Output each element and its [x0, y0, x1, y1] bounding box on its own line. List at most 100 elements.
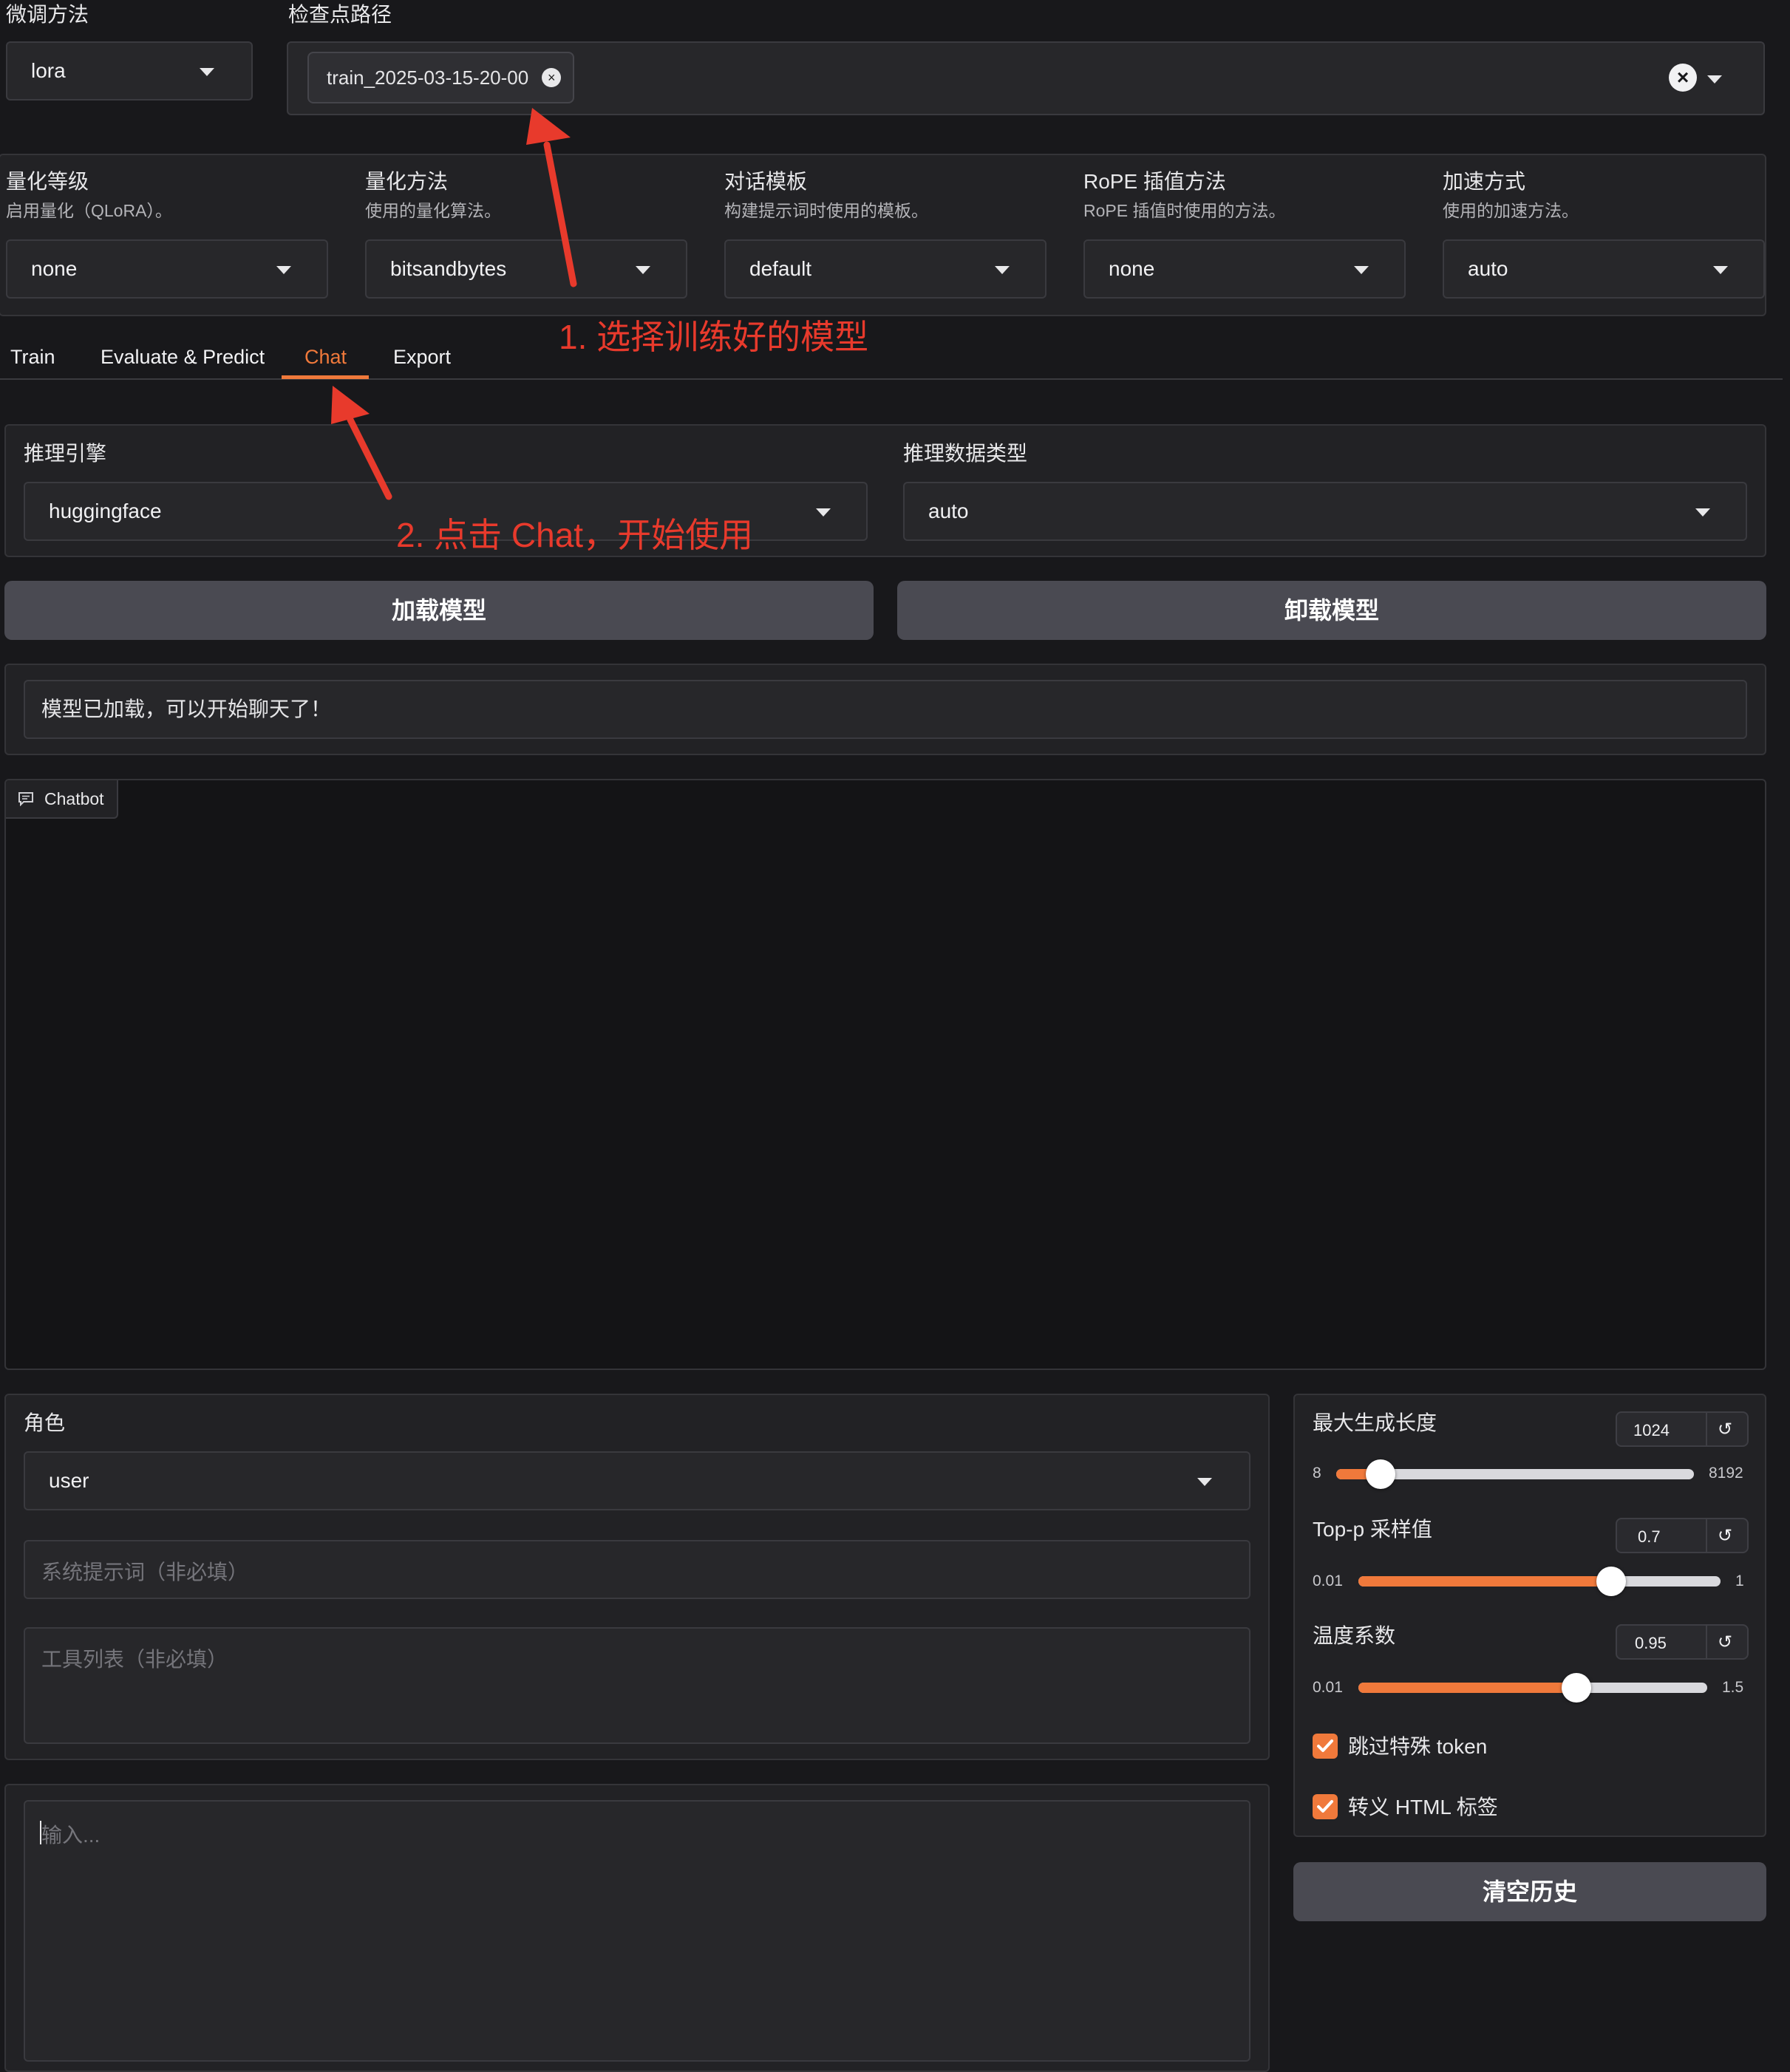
chevron-down-icon [276, 266, 291, 274]
annotation-step2: 2. 点击 Chat，开始使用 [396, 516, 754, 554]
chat-template-dropdown[interactable]: default [724, 239, 1047, 299]
chevron-down-icon [995, 266, 1010, 274]
chevron-down-icon [200, 68, 214, 76]
tab-chat[interactable]: Chat [304, 338, 347, 375]
option-quantization-bit: 量化等级 启用量化（QLoRA）。 [6, 168, 172, 222]
chatbot-label: Chatbot [44, 789, 104, 808]
checkbox-box[interactable] [1313, 1794, 1338, 1819]
message-input[interactable]: 输入... [24, 1800, 1250, 2062]
system-prompt-placeholder: 系统提示词（非必填） [41, 1561, 249, 1584]
chatbot-label-badge: Chatbot [6, 780, 118, 819]
dropdown-value: user [49, 1469, 89, 1492]
chevron-down-icon [1695, 508, 1710, 517]
unload-model-button[interactable]: 卸载模型 [897, 581, 1766, 640]
divider [1706, 1519, 1707, 1552]
checkpoint-path-multiselect[interactable]: train_2025-03-15-20-00 × × [287, 41, 1765, 115]
checkpoint-path-label: 检查点路径 [288, 3, 392, 26]
role-dropdown[interactable]: user [24, 1451, 1250, 1510]
divider [1706, 1413, 1707, 1445]
option-label: 对话模板 [724, 170, 808, 193]
role-label: 角色 [24, 1411, 66, 1434]
tab-train[interactable]: Train [10, 338, 55, 375]
quantization-method-dropdown[interactable]: bitsandbytes [365, 239, 687, 299]
option-label: 量化方法 [365, 170, 449, 193]
status-info-box: 模型已加载，可以开始聊天了！ [24, 680, 1747, 739]
option-quantization-method: 量化方法 使用的量化算法。 [365, 168, 501, 222]
option-desc: 使用的量化算法。 [365, 201, 501, 220]
slider-max: 1.5 [1722, 1679, 1744, 1696]
max-new-tokens-slider[interactable] [1336, 1459, 1694, 1489]
temperature-slider[interactable] [1358, 1673, 1707, 1703]
chevron-down-icon [636, 266, 650, 274]
option-booster: 加速方式 使用的加速方法。 [1443, 168, 1579, 222]
slider-value: 0.95 [1635, 1634, 1667, 1652]
slider-thumb[interactable] [1596, 1567, 1626, 1596]
slider-max: 1 [1735, 1572, 1744, 1589]
load-model-button[interactable]: 加载模型 [4, 581, 874, 640]
booster-dropdown[interactable]: auto [1443, 239, 1765, 299]
reset-icon[interactable]: ↺ [1718, 1525, 1732, 1547]
option-chat-template: 对话模板 构建提示词时使用的模板。 [724, 168, 928, 222]
tab-evaluate-predict[interactable]: Evaluate & Predict [101, 338, 265, 375]
max-new-tokens-label: 最大生成长度 [1313, 1411, 1437, 1434]
option-label: 加速方式 [1443, 170, 1526, 193]
finetune-method-value: lora [31, 59, 66, 82]
temperature-number[interactable]: 0.95 ↺ [1616, 1624, 1749, 1660]
chevron-down-icon [1197, 1478, 1212, 1486]
slider-value: 1024 [1633, 1421, 1670, 1439]
option-label: RoPE 插值方法 [1083, 170, 1226, 193]
slider-thumb[interactable] [1366, 1459, 1395, 1489]
reset-icon[interactable]: ↺ [1718, 1419, 1732, 1440]
top-p-label: Top-p 采样值 [1313, 1518, 1432, 1541]
clear-history-button[interactable]: 清空历史 [1293, 1862, 1766, 1921]
slider-min: 0.01 [1313, 1679, 1343, 1696]
temperature-label: 温度系数 [1313, 1624, 1396, 1647]
slider-value: 0.7 [1638, 1527, 1661, 1546]
finetune-method-dropdown[interactable]: lora [6, 41, 253, 100]
chevron-down-icon [816, 508, 831, 517]
message-input-placeholder: 输入... [41, 1824, 101, 1847]
chevron-down-icon [1713, 266, 1728, 274]
annotation-arrowhead-2 [331, 386, 370, 424]
top-p-slider[interactable] [1358, 1567, 1721, 1596]
option-rope-scaling: RoPE 插值方法 RoPE 插值时使用的方法。 [1083, 168, 1285, 222]
slider-thumb[interactable] [1562, 1673, 1591, 1703]
clear-selection-icon[interactable]: × [1669, 64, 1697, 92]
tab-export[interactable]: Export [393, 338, 451, 375]
infer-dtype-dropdown[interactable]: auto [903, 482, 1747, 541]
option-desc: RoPE 插值时使用的方法。 [1083, 201, 1286, 220]
rope-scaling-dropdown[interactable]: none [1083, 239, 1406, 299]
tools-placeholder: 工具列表（非必填） [41, 1648, 228, 1671]
max-new-tokens-number[interactable]: 1024 ↺ [1616, 1411, 1749, 1447]
checkmark-icon [1317, 1800, 1333, 1813]
checkpoint-chip-label: train_2025-03-15-20-00 [327, 67, 529, 89]
option-desc: 启用量化（QLoRA）。 [6, 201, 172, 220]
quantization-bit-dropdown[interactable]: none [6, 239, 328, 299]
chevron-down-icon [1354, 266, 1369, 274]
option-desc: 构建提示词时使用的模板。 [724, 201, 928, 220]
chat-bubble-icon [18, 792, 33, 806]
divider [1706, 1626, 1707, 1658]
slider-fill [1358, 1683, 1576, 1693]
tools-input[interactable]: 工具列表（非必填） [24, 1627, 1250, 1744]
tabs-divider [0, 378, 1783, 380]
finetune-method-label: 微调方法 [6, 3, 89, 26]
reset-icon[interactable]: ↺ [1718, 1632, 1732, 1653]
option-desc: 使用的加速方法。 [1443, 201, 1579, 220]
slider-max: 8192 [1709, 1465, 1743, 1482]
checkbox-label: 跳过特殊 token [1348, 1735, 1488, 1758]
checkmark-icon [1317, 1739, 1333, 1752]
chip-remove-icon[interactable]: × [542, 68, 562, 87]
checkbox-box[interactable] [1313, 1734, 1338, 1759]
annotation-step1: 1. 选择训练好的模型 [559, 318, 869, 356]
active-tab-indicator [282, 375, 369, 379]
slider-fill [1358, 1576, 1611, 1587]
top-p-number[interactable]: 0.7 ↺ [1616, 1518, 1749, 1553]
slider-min: 8 [1313, 1465, 1321, 1482]
dropdown-value: auto [928, 500, 969, 522]
option-label: 量化等级 [6, 170, 89, 193]
chevron-down-icon[interactable] [1707, 75, 1722, 84]
chatbot-area[interactable] [4, 779, 1766, 1370]
checkpoint-chip: train_2025-03-15-20-00 × [307, 52, 575, 103]
system-prompt-input[interactable]: 系统提示词（非必填） [24, 1540, 1250, 1599]
